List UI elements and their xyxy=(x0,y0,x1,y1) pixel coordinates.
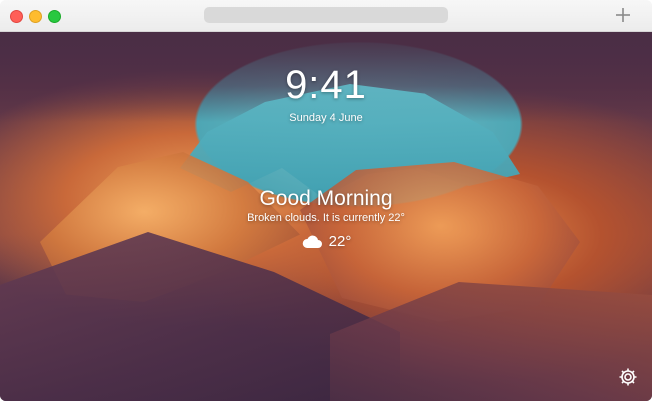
dashboard-overlay: 9:41 Sunday 4 June Good Morning Broken c… xyxy=(0,32,652,401)
browser-window: 9:41 Sunday 4 June Good Morning Broken c… xyxy=(0,0,652,401)
clock-date: Sunday 4 June xyxy=(289,112,363,124)
temperature: 22° xyxy=(328,233,352,250)
gear-icon xyxy=(619,368,637,386)
clock-time: 9:41 xyxy=(285,63,367,107)
settings-button[interactable] xyxy=(618,367,638,387)
greeting-text: Good Morning xyxy=(259,187,393,210)
address-bar[interactable] xyxy=(204,7,448,23)
weather-widget[interactable]: 22° xyxy=(0,231,652,253)
cloud-icon xyxy=(302,235,322,248)
title-bar xyxy=(0,0,652,32)
background-photo: 9:41 Sunday 4 June Good Morning Broken c… xyxy=(0,32,652,401)
plus-icon xyxy=(616,8,630,22)
maximize-window-button[interactable] xyxy=(48,10,61,23)
minimize-window-button[interactable] xyxy=(29,10,42,23)
new-tab-button[interactable] xyxy=(614,6,632,24)
close-window-button[interactable] xyxy=(10,10,23,23)
weather-summary: Broken clouds. It is currently 22° xyxy=(247,212,405,224)
